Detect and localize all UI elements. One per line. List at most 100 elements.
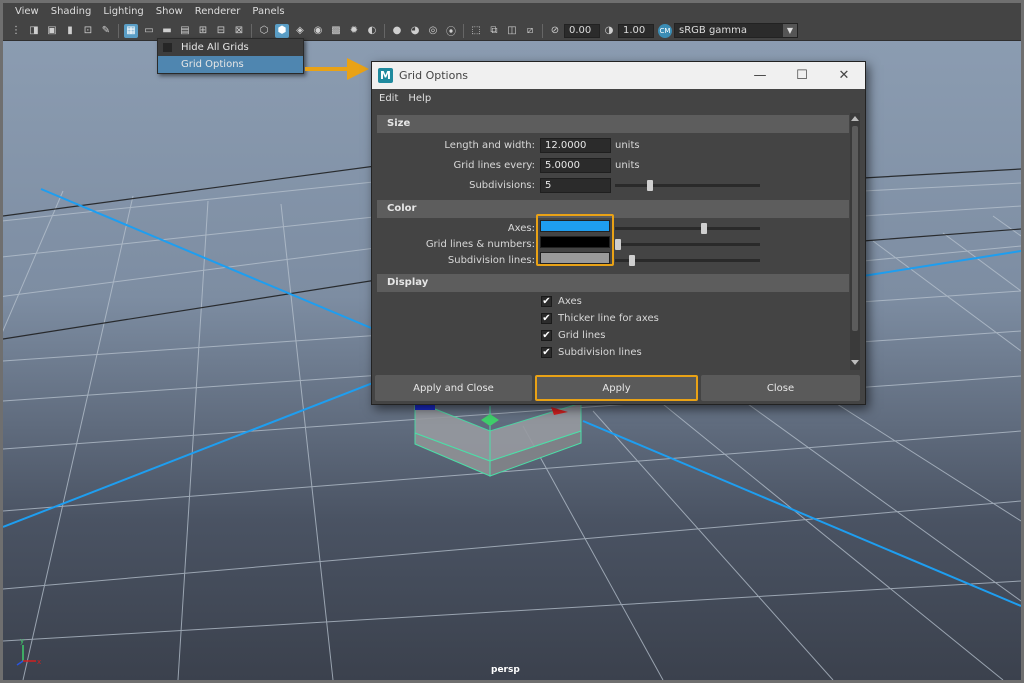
dialog-content: Size Length and width: 12.0000 units Gri… (377, 113, 849, 370)
dialog-scrollbar[interactable] (850, 113, 860, 370)
view-transform-value: sRGB gamma (679, 25, 748, 36)
wireframe-icon[interactable]: ⬡ (257, 24, 271, 38)
safe-action-icon[interactable]: ⊟ (214, 24, 228, 38)
dialog-menu-edit[interactable]: Edit (374, 93, 403, 104)
menu-show[interactable]: Show (150, 3, 189, 21)
menu-view[interactable]: View (9, 3, 45, 21)
color-management-toggle[interactable]: CM (658, 23, 672, 38)
subdivision-brightness-slider-track[interactable] (615, 259, 760, 262)
maya-window: View Shading Lighting Show Renderer Pane… (0, 0, 1024, 683)
subdivisions-label: Subdivisions: (469, 180, 535, 191)
checkbox-axes[interactable]: ✔ Axes (541, 296, 582, 307)
menu-item-hide-all-grids[interactable]: Hide All Grids (158, 39, 303, 56)
exposure-icon: ⊘ (550, 25, 560, 36)
section-size-header[interactable]: Size (377, 115, 849, 133)
grid-options-dialog: M Grid Options — ☐ ✕ Edit Help Size Leng… (371, 61, 866, 405)
camera-name-label: persp (491, 665, 520, 675)
shadows-icon[interactable]: ◐ (365, 24, 379, 38)
motion-blur-icon[interactable]: ◕ (408, 24, 422, 38)
gate-mask-icon[interactable]: ▤ (178, 24, 192, 38)
view-transform-select[interactable]: sRGB gamma ▼ (674, 23, 798, 38)
dialog-title: Grid Options (399, 69, 469, 82)
length-width-input[interactable]: 12.0000 (540, 138, 611, 153)
exposure-input[interactable]: 0.00 (564, 23, 600, 38)
film-gate-icon[interactable]: ▭ (142, 24, 156, 38)
grid-lines-color-swatch[interactable] (540, 236, 610, 248)
grid-lines-brightness-slider-thumb[interactable] (615, 239, 621, 250)
subdivision-brightness-slider-thumb[interactable] (628, 255, 635, 266)
dialog-titlebar[interactable]: M Grid Options — ☐ ✕ (372, 62, 865, 89)
checkbox-label: Grid lines (558, 330, 606, 341)
xray-components-icon[interactable]: ⧄ (523, 24, 537, 38)
xray-icon[interactable]: ⧉ (487, 24, 501, 38)
textured-icon[interactable]: ◉ (311, 24, 325, 38)
axes-brightness-slider-thumb[interactable] (701, 223, 708, 234)
section-display-header[interactable]: Display (377, 274, 849, 292)
scroll-down-icon[interactable] (851, 360, 859, 365)
apply-and-close-button[interactable]: Apply and Close (375, 375, 532, 401)
menu-item-grid-options[interactable]: Grid Options (158, 56, 303, 73)
checkbox-subdivision-lines[interactable]: ✔ Subdivision lines (541, 347, 642, 358)
pencil-icon[interactable]: ✎ (99, 24, 113, 38)
screen-space-ao-icon[interactable]: ● (390, 24, 404, 38)
toolbar-separator (384, 23, 385, 38)
grid-toggle-icon[interactable]: ▦ (124, 23, 138, 38)
subdivision-color-swatch[interactable] (540, 252, 610, 264)
toolbar-separator (118, 23, 119, 38)
camera-attributes-icon[interactable]: ▣ (45, 24, 59, 38)
toolbar-handle-icon: ⋮ (11, 25, 21, 36)
subdivisions-slider-thumb[interactable] (646, 180, 653, 191)
minimize-button[interactable]: — (739, 62, 781, 89)
checkbox-label: Axes (558, 296, 582, 307)
safe-title-icon[interactable]: ⊠ (232, 24, 246, 38)
scrollbar-thumb[interactable] (852, 126, 858, 331)
maximize-button[interactable]: ☐ (781, 62, 823, 89)
resolution-gate-icon[interactable]: ▬ (160, 24, 174, 38)
smooth-shade-icon[interactable]: ⬢ (275, 23, 289, 38)
checkmark-icon: ✔ (541, 296, 552, 307)
dialog-menu-help[interactable]: Help (403, 93, 436, 104)
xray-joints-icon[interactable]: ◫ (505, 24, 519, 38)
gamma-icon: ◑ (604, 25, 614, 36)
depth-of-field-icon[interactable]: ⦿ (444, 24, 458, 38)
menu-lighting[interactable]: Lighting (97, 3, 149, 21)
length-width-label: Length and width: (444, 140, 535, 151)
subdivisions-input[interactable]: 5 (540, 178, 611, 193)
checkbox-thicker-axes[interactable]: ✔ Thicker line for axes (541, 313, 659, 324)
subdivisions-slider-track[interactable] (615, 184, 760, 187)
grid-lines-brightness-slider-track[interactable] (615, 243, 760, 246)
apply-button[interactable]: Apply (535, 375, 698, 401)
isolate-select-icon[interactable]: ⬚ (469, 24, 483, 38)
panel-toolbar: ⋮ ◨ ▣ ▮ ⊡ ✎ ▦ ▭ ▬ ▤ ⊞ ⊟ ⊠ ⬡ ⬢ ◈ ◉ ▩ ✹ ◐ … (3, 21, 1021, 41)
axes-color-swatch[interactable] (540, 220, 610, 232)
scroll-up-icon[interactable] (851, 116, 859, 121)
axis-gizmo (16, 645, 36, 666)
checkmark-icon: ✔ (541, 313, 552, 324)
bookmark-icon[interactable]: ▮ (63, 24, 77, 38)
subdivision-lines-color-label: Subdivision lines: (447, 255, 535, 266)
field-chart-icon[interactable]: ⊞ (196, 24, 210, 38)
callout-arrow-icon (305, 58, 369, 80)
axes-brightness-slider-track[interactable] (615, 227, 760, 230)
wireframe-on-shaded-icon[interactable]: ◈ (293, 24, 307, 38)
gamma-input[interactable]: 1.00 (618, 23, 654, 38)
close-button[interactable]: Close (701, 375, 860, 401)
lights-icon[interactable]: ✹ (347, 24, 361, 38)
anti-aliasing-icon[interactable]: ◎ (426, 24, 440, 38)
chevron-down-icon: ▼ (783, 24, 797, 37)
grid-menu-dropdown: Hide All Grids Grid Options (157, 38, 304, 74)
grid-lines-every-input[interactable]: 5.0000 (540, 158, 611, 173)
menu-panels[interactable]: Panels (246, 3, 290, 21)
axis-y-label: y (20, 637, 24, 645)
image-plane-icon[interactable]: ⊡ (81, 24, 95, 38)
checkbox-grid-lines[interactable]: ✔ Grid lines (541, 330, 605, 341)
close-window-button[interactable]: ✕ (823, 62, 865, 89)
menu-shading[interactable]: Shading (45, 3, 98, 21)
toolbar-separator (463, 23, 464, 38)
checker-icon[interactable]: ▩ (329, 24, 343, 38)
axis-x-label: x (37, 658, 41, 666)
select-camera-icon[interactable]: ◨ (27, 24, 41, 38)
panel-menu-bar: View Shading Lighting Show Renderer Pane… (3, 3, 1021, 21)
menu-renderer[interactable]: Renderer (189, 3, 247, 21)
grid-lines-every-label: Grid lines every: (453, 160, 536, 171)
